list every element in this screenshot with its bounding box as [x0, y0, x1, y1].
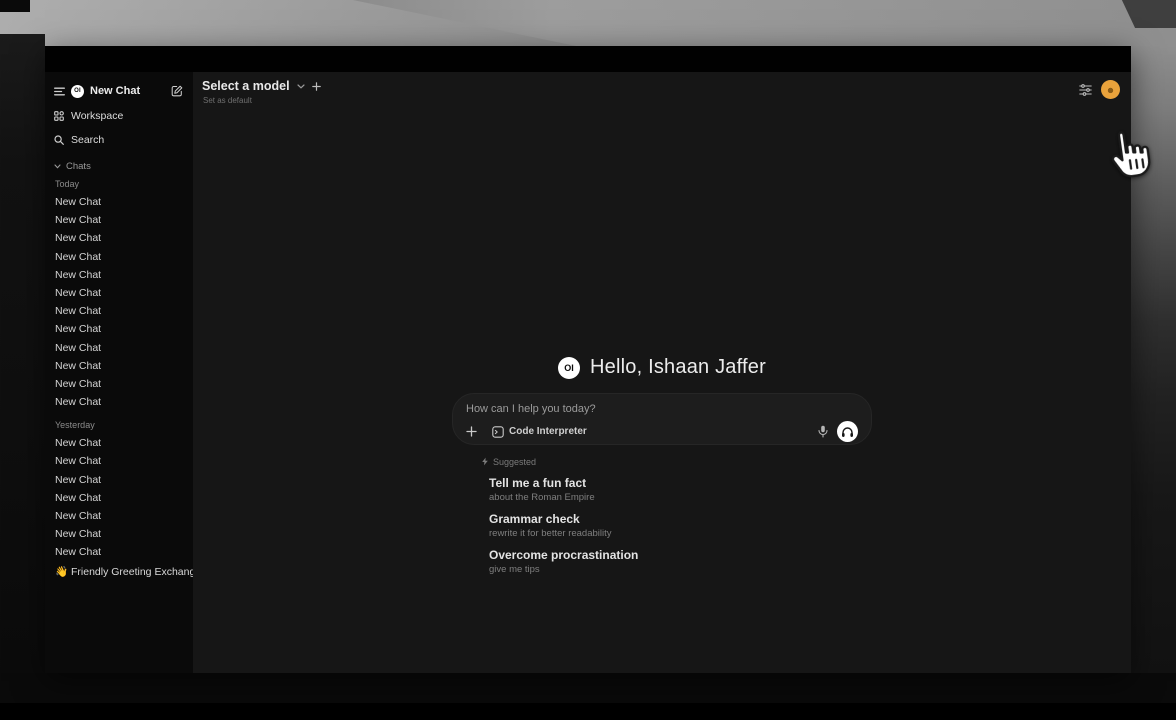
chat-list-item[interactable]: New Chat	[54, 229, 185, 247]
desktop-background: OI New Chat Workspace Searc	[0, 0, 1176, 720]
sidebar-title: New Chat	[90, 85, 140, 97]
voice-call-button[interactable]	[837, 421, 858, 442]
main-topbar: Select a model Set as default	[193, 72, 1131, 124]
window-titlebar	[45, 46, 1131, 72]
add-model-button[interactable]	[312, 82, 321, 91]
chat-list-item[interactable]: New Chat	[54, 357, 185, 375]
set-as-default-button[interactable]: Set as default	[203, 96, 1119, 105]
chat-list-item[interactable]: New Chat	[54, 375, 185, 393]
welcome-area: OI Hello, Ishaan Jaffer	[452, 356, 872, 575]
search-icon	[54, 135, 64, 145]
suggested-prompt[interactable]: Overcome procrastination give me tips	[489, 548, 872, 575]
user-avatar[interactable]	[1101, 80, 1120, 99]
app-logo: OI	[71, 85, 84, 98]
chat-list-item[interactable]: New Chat	[54, 471, 185, 489]
model-selector-label: Select a model	[202, 79, 290, 93]
workspace-grid-icon	[54, 111, 64, 121]
chat-group-label: Today	[55, 179, 185, 190]
sidebar-item-label: Search	[71, 134, 104, 146]
sidebar-item-label: Workspace	[71, 110, 123, 122]
app-logo: OI	[558, 357, 580, 379]
chat-list-item[interactable]: New Chat	[54, 193, 185, 211]
greeting: OI Hello, Ishaan Jaffer	[452, 356, 872, 379]
background-left-strip	[0, 34, 45, 674]
chat-list-item[interactable]: New Chat	[54, 320, 185, 338]
attach-plus-button[interactable]	[466, 426, 477, 437]
suggested-section: Suggested Tell me a fun fact about the Ro…	[452, 456, 872, 575]
chat-list-item[interactable]: New Chat	[54, 393, 185, 411]
chats-section-toggle[interactable]: Chats	[54, 160, 185, 172]
suggested-prompts: Tell me a fun fact about the Roman Empire…	[452, 476, 872, 575]
suggested-prompt-subtitle: rewrite it for better readability	[489, 528, 872, 539]
suggested-header: Suggested	[481, 456, 872, 467]
chat-list-item[interactable]: New Chat	[54, 434, 185, 452]
controls-sliders-icon[interactable]	[1079, 84, 1092, 96]
code-interpreter-label: Code Interpreter	[509, 426, 587, 437]
message-composer: Code Interpreter	[452, 393, 872, 445]
greeting-text: Hello, Ishaan Jaffer	[590, 356, 766, 379]
suggested-prompt[interactable]: Tell me a fun fact about the Roman Empire	[489, 476, 872, 503]
sidebar-toggle-icon[interactable]	[54, 87, 65, 96]
model-selector[interactable]: Select a model	[202, 79, 1119, 93]
suggested-prompt-title: Tell me a fun fact	[489, 476, 872, 490]
spark-icon	[481, 457, 489, 466]
suggested-prompt-subtitle: give me tips	[489, 564, 872, 575]
chat-list-item[interactable]: New Chat	[54, 211, 185, 229]
composer-controls: Code Interpreter	[466, 421, 858, 442]
chat-list-item[interactable]: New Chat	[54, 284, 185, 302]
code-interpreter-button[interactable]: Code Interpreter	[492, 426, 587, 438]
sidebar: OI New Chat Workspace Searc	[45, 72, 193, 673]
chat-list-item-named[interactable]: 👋 Friendly Greeting Exchange	[54, 563, 185, 581]
suggested-label: Suggested	[493, 457, 536, 467]
new-chat-button[interactable]	[171, 85, 183, 97]
chat-list-item[interactable]: New Chat	[54, 248, 185, 266]
chat-list-item[interactable]: New Chat	[54, 452, 185, 470]
chat-group-label: Yesterday	[55, 420, 185, 431]
chevron-down-icon	[297, 84, 305, 89]
background-bottom-bar	[0, 703, 1176, 720]
chat-list: TodayNew ChatNew ChatNew ChatNew ChatNew…	[54, 179, 185, 562]
chats-section-label: Chats	[66, 161, 91, 172]
suggested-prompt-title: Grammar check	[489, 512, 872, 526]
sidebar-header: OI New Chat	[54, 83, 185, 99]
background-right-strip	[1131, 46, 1176, 674]
background-top-left-notch	[0, 0, 30, 12]
chevron-down-icon	[54, 164, 61, 169]
chat-list-item[interactable]: New Chat	[54, 266, 185, 284]
suggested-prompt[interactable]: Grammar check rewrite it for better reada…	[489, 512, 872, 539]
chat-list-item[interactable]: New Chat	[54, 525, 185, 543]
sidebar-item-workspace[interactable]: Workspace	[54, 109, 185, 123]
suggested-prompt-title: Overcome procrastination	[489, 548, 872, 562]
chat-list-item[interactable]: New Chat	[54, 543, 185, 561]
chat-list-item[interactable]: New Chat	[54, 507, 185, 525]
message-input[interactable]	[466, 403, 858, 415]
code-interpreter-icon	[492, 426, 504, 438]
microphone-button[interactable]	[818, 425, 828, 438]
suggested-prompt-subtitle: about the Roman Empire	[489, 492, 872, 503]
main-panel: Select a model Set as default	[193, 72, 1131, 673]
sidebar-item-search[interactable]: Search	[54, 133, 185, 147]
chat-list-item[interactable]: New Chat	[54, 489, 185, 507]
chat-list-item[interactable]: New Chat	[54, 339, 185, 357]
chat-list-item[interactable]: New Chat	[54, 302, 185, 320]
app-window: OI New Chat Workspace Searc	[45, 46, 1131, 673]
